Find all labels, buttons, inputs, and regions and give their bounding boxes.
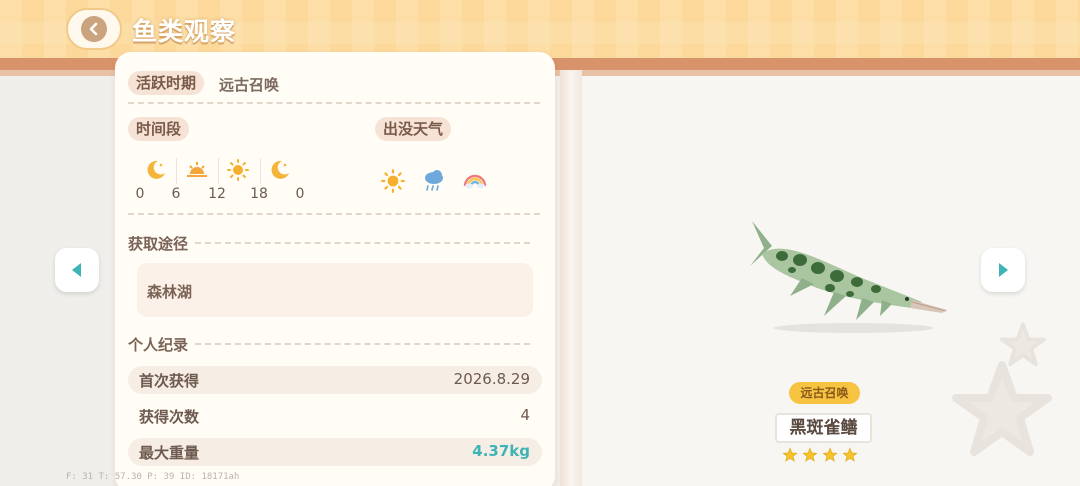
source-value: 森林湖 (147, 283, 193, 301)
divider (195, 242, 530, 244)
prev-fish-button[interactable] (55, 248, 99, 292)
record-value: 4 (520, 406, 530, 424)
chevron-left-icon (81, 16, 107, 42)
record-value-weight: 4.37kg (472, 442, 530, 460)
time-tick: 0 (295, 186, 305, 202)
star-icon (802, 447, 818, 462)
record-title: 个人纪录 (128, 336, 189, 354)
rain-cloud-icon (425, 170, 443, 191)
fish-name: 黑斑雀鳝 (775, 413, 872, 443)
book-spine (560, 70, 582, 486)
arrow-right-icon (999, 263, 1008, 277)
time-tick: 0 (135, 186, 145, 202)
divider (128, 213, 540, 215)
moon-icon (147, 160, 165, 179)
arrow-left-icon (72, 263, 81, 277)
sun-icon (227, 159, 249, 181)
fish-illustration (750, 221, 947, 333)
star-icon (822, 447, 838, 462)
record-label: 最大重量 (139, 444, 200, 462)
time-separator (176, 158, 177, 184)
time-tick: 18 (250, 186, 268, 202)
next-fish-button[interactable] (981, 248, 1025, 292)
decor-star-icon (952, 361, 1052, 456)
source-box (137, 263, 533, 317)
active-period-tag: 活跃时期 (128, 71, 205, 95)
sun-icon (381, 169, 405, 193)
record-value: 2026.8.29 (453, 370, 530, 388)
back-button[interactable] (66, 8, 122, 50)
debug-overlay: F: 31 T: 57.30 P: 39 ID: 18171ah (66, 472, 240, 482)
star-icon (842, 447, 858, 462)
source-title: 获取途径 (128, 235, 189, 253)
divider (195, 343, 530, 345)
weather-tag: 出没天气 (375, 117, 452, 141)
decor-star-icon (1000, 322, 1046, 367)
moon-icon (271, 160, 289, 179)
time-separator (218, 158, 219, 184)
time-tag: 时间段 (128, 117, 190, 141)
time-tick: 6 (171, 186, 181, 202)
time-tick: 12 (208, 186, 226, 202)
active-period-value: 远古召唤 (219, 76, 280, 94)
record-label: 首次获得 (139, 372, 200, 390)
record-label: 获得次数 (139, 408, 200, 426)
rainbow-icon (463, 174, 487, 189)
rarity-tag: 远古召唤 (789, 382, 860, 404)
time-separator (260, 158, 261, 184)
star-icon (782, 447, 798, 462)
star-rating (782, 447, 862, 465)
page-title: 鱼类观察 (132, 17, 237, 46)
divider (128, 102, 540, 104)
sunrise-icon (187, 162, 207, 177)
